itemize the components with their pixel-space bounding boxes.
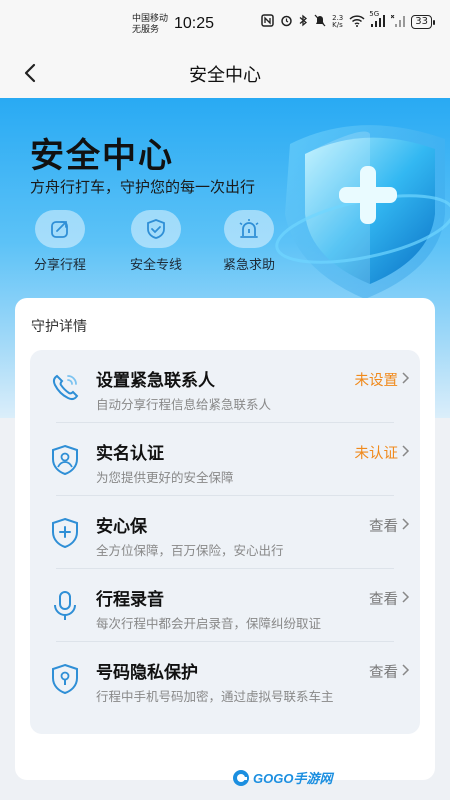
- row-title: 实名认证: [96, 444, 164, 464]
- phone-icon: [52, 374, 79, 401]
- shield-check-icon: [147, 219, 165, 239]
- row-title: 安心保: [96, 517, 147, 537]
- emergency-help-button[interactable]: 紧急求助: [214, 210, 284, 273]
- row-title: 设置紧急联系人: [96, 371, 215, 391]
- guard-list: 设置紧急联系人 自动分享行程信息给紧急联系人 未设置 实名认证 为您提供更好的安…: [30, 350, 420, 734]
- microphone-icon: [54, 591, 76, 620]
- system-icons: 2.3 K/s 5G 33: [261, 10, 435, 30]
- row-status: 未设置: [354, 373, 399, 389]
- safety-hotline-button[interactable]: 安全专线: [121, 210, 191, 273]
- insurance-row[interactable]: 安心保 全方位保障，百万保险，安心出行 查看: [30, 496, 420, 569]
- hero-subtitle: 方舟行打车，守护您的每一次出行: [30, 178, 256, 196]
- shield-illustration-icon: [275, 125, 450, 300]
- plus-shield-icon: [52, 517, 78, 549]
- watermark-logo-icon: [233, 769, 249, 786]
- carrier-service: 无服务: [132, 25, 160, 35]
- status-time: 10:25: [174, 15, 215, 32]
- section-title: 守护详情: [31, 319, 87, 335]
- row-description: 全方位保障，百万保险，安心出行: [96, 543, 284, 558]
- safety-hotline-label: 安全专线: [129, 258, 182, 273]
- trip-recording-row[interactable]: 行程录音 每次行程中都会开启录音，保障纠纷取证 查看: [30, 569, 420, 642]
- battery-indicator: 33: [411, 15, 435, 29]
- lock-shield-icon: [52, 663, 78, 695]
- page-title: 安全中心: [189, 65, 261, 86]
- chevron-right-icon: [402, 518, 410, 530]
- bluetooth-icon: [299, 14, 308, 30]
- share-trip-button[interactable]: 分享行程: [25, 210, 95, 273]
- alarm-icon: [239, 219, 259, 238]
- row-status: 查看: [369, 665, 398, 681]
- row-title: 号码隐私保护: [96, 663, 198, 683]
- row-description: 每次行程中都会开启录音，保障纠纷取证: [96, 616, 322, 631]
- status-bar: 中国移动 无服务 10:25 2.3 K/s 5G 33: [0, 0, 450, 48]
- emergency-help-label: 紧急求助: [222, 258, 275, 273]
- share-icon: [51, 221, 68, 238]
- mute-bell-icon: [314, 14, 326, 30]
- watermark: GOGO手游网: [232, 768, 332, 787]
- network-speed: 2.3 K/s: [332, 15, 343, 29]
- cellular-signal-icon: 5G: [369, 10, 386, 30]
- id-shield-icon: [52, 444, 78, 476]
- row-title: 行程录音: [96, 590, 164, 610]
- navigation-bar: 安全中心: [0, 48, 450, 98]
- chevron-right-icon: [402, 664, 410, 676]
- nfc-icon: [261, 14, 274, 30]
- chevron-right-icon: [402, 445, 410, 457]
- watermark-text: GOGO手游网: [253, 771, 333, 786]
- row-description: 行程中手机号码加密，通过虚拟号联系车主: [96, 689, 334, 704]
- chevron-right-icon: [402, 591, 410, 603]
- safety-hotline-icon-bg: [131, 210, 181, 248]
- real-name-verification-row[interactable]: 实名认证 为您提供更好的安全保障 未认证: [30, 423, 420, 496]
- wifi-icon: [349, 14, 365, 30]
- emergency-help-icon-bg: [224, 210, 274, 248]
- row-description: 为您提供更好的安全保障: [96, 470, 234, 485]
- hero-title: 安全中心: [30, 136, 174, 176]
- share-trip-label: 分享行程: [33, 258, 86, 273]
- network-speed-unit: K/s: [332, 21, 343, 29]
- row-status: 查看: [369, 519, 398, 535]
- row-status: 查看: [369, 592, 398, 608]
- alarm-clock-icon: [280, 14, 293, 30]
- share-trip-icon-bg: [35, 210, 85, 248]
- number-privacy-row[interactable]: 号码隐私保护 行程中手机号码加密，通过虚拟号联系车主 查看: [30, 642, 420, 715]
- emergency-contact-row[interactable]: 设置紧急联系人 自动分享行程信息给紧急联系人 未设置: [30, 350, 420, 423]
- carrier-name: 中国移动: [132, 14, 169, 24]
- row-status: 未认证: [354, 446, 399, 462]
- no-signal-icon: [390, 14, 406, 30]
- row-description: 自动分享行程信息给紧急联系人: [96, 397, 272, 412]
- guard-details-card: 守护详情 设置紧急联系人 自动分享行程信息给紧急联系人 未设置 实名认证 为您提…: [15, 298, 435, 780]
- carrier-info: 中国移动 无服务: [132, 14, 168, 36]
- signal-type-label: 5G: [369, 9, 380, 18]
- chevron-right-icon: [402, 372, 410, 384]
